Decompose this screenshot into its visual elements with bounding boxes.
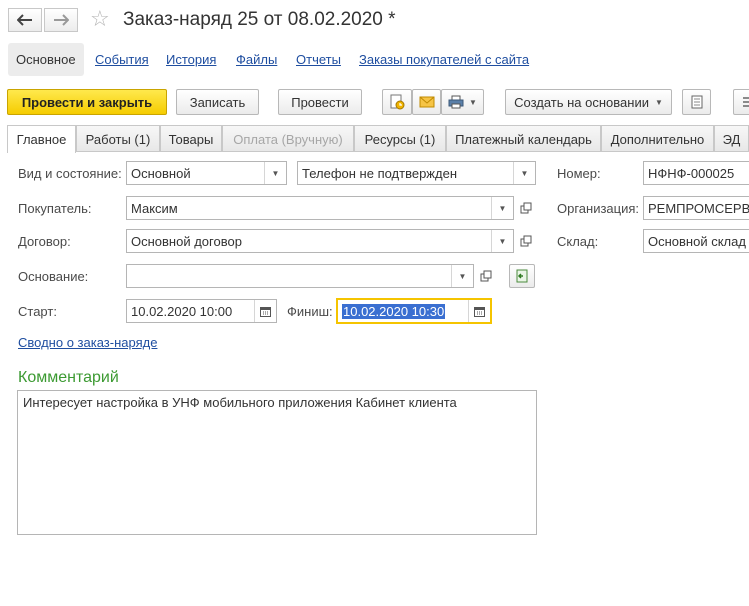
state-value: Телефон не подтвержден	[302, 166, 457, 181]
buyer-open-button[interactable]	[516, 197, 536, 219]
basis-open-button[interactable]	[476, 265, 496, 287]
tab-works[interactable]: Работы (1)	[76, 125, 160, 152]
section-events[interactable]: События	[95, 52, 149, 67]
tab-main[interactable]: Главное	[7, 125, 76, 153]
envelope-icon	[419, 96, 434, 108]
section-files[interactable]: Файлы	[236, 52, 277, 67]
tab-strip: Главное Работы (1) Товары Оплата (Вручну…	[0, 125, 749, 153]
organization-label: Организация:	[557, 201, 640, 216]
section-reports[interactable]: Отчеты	[296, 52, 341, 67]
warehouse-label: Склад:	[557, 234, 599, 249]
tab-additional[interactable]: Дополнительно	[601, 125, 714, 152]
chevron-down-icon: ▼	[654, 97, 663, 107]
finish-field[interactable]: 10.02.2020 10:30	[336, 298, 492, 324]
section-site-orders[interactable]: Заказы покупателей с сайта	[359, 52, 529, 67]
arrow-left-icon	[17, 14, 32, 26]
finish-value: 10.02.2020 10:30	[342, 304, 446, 319]
contract-value: Основной договор	[131, 234, 242, 249]
post-button[interactable]: Провести	[278, 89, 362, 115]
document-clock-icon	[390, 94, 405, 110]
calendar-icon[interactable]	[468, 300, 490, 322]
list-icon	[743, 97, 749, 107]
dropdown-arrow-icon[interactable]: ▼	[513, 162, 535, 184]
create-based-on-button[interactable]: Создать на основании ▼	[505, 89, 672, 115]
favorite-star-icon[interactable]: ☆	[90, 6, 110, 32]
start-value: 10.02.2020 10:00	[131, 304, 233, 319]
organization-value: РЕМПРОМСЕРВ	[648, 201, 749, 216]
kind-field[interactable]: Основной ▼	[126, 161, 287, 185]
calendar-icon[interactable]	[254, 300, 276, 322]
arrow-right-icon	[54, 14, 69, 26]
tab-payment[interactable]: Оплата (Вручную)	[222, 125, 354, 152]
tab-goods[interactable]: Товары	[160, 125, 222, 152]
warehouse-value: Основной склад	[648, 234, 746, 249]
finish-label: Финиш:	[287, 304, 333, 319]
dropdown-arrow-icon[interactable]: ▼	[491, 230, 513, 252]
open-window-icon	[520, 235, 532, 247]
open-window-icon	[480, 270, 492, 282]
warehouse-field[interactable]: Основной склад	[643, 229, 749, 253]
start-field[interactable]: 10.02.2020 10:00	[126, 299, 277, 323]
dropdown-arrow-icon[interactable]: ▼	[264, 162, 286, 184]
basis-label: Основание:	[18, 269, 89, 284]
printer-icon	[448, 95, 464, 109]
post-and-close-button[interactable]: Провести и закрыть	[7, 89, 167, 115]
chevron-down-icon: ▼	[469, 97, 477, 107]
back-button[interactable]	[8, 8, 42, 32]
contract-field[interactable]: Основной договор ▼	[126, 229, 514, 253]
fill-document-icon	[516, 269, 528, 283]
tab-ed[interactable]: ЭД	[714, 125, 749, 152]
tab-divider	[76, 151, 749, 152]
comment-textarea[interactable]: Интересует настройка в УНФ мобильного пр…	[17, 390, 537, 535]
start-label: Старт:	[18, 304, 57, 319]
buyer-field[interactable]: Максим ▼	[126, 196, 514, 220]
number-label: Номер:	[557, 166, 601, 181]
document-icon	[691, 95, 702, 109]
buyer-label: Покупатель:	[18, 201, 92, 216]
comment-title: Комментарий	[18, 369, 119, 386]
print-button[interactable]: ▼	[441, 89, 484, 115]
send-email-button[interactable]	[412, 89, 441, 115]
section-history[interactable]: История	[166, 52, 216, 67]
kind-label: Вид и состояние:	[18, 166, 122, 181]
document-history-button[interactable]	[382, 89, 412, 115]
fill-by-basis-button[interactable]	[509, 264, 535, 288]
document-structure-button[interactable]	[682, 89, 711, 115]
state-field[interactable]: Телефон не подтвержден ▼	[297, 161, 536, 185]
contract-open-button[interactable]	[516, 230, 536, 252]
kind-value: Основной	[131, 166, 191, 181]
order-summary-link[interactable]: Сводно о заказ-наряде	[18, 335, 157, 350]
more-actions-button[interactable]	[733, 89, 749, 115]
dropdown-arrow-icon[interactable]: ▼	[491, 197, 513, 219]
contract-label: Договор:	[18, 234, 71, 249]
window-title: Заказ-наряд 25 от 08.02.2020 *	[123, 9, 396, 30]
buyer-value: Максим	[131, 201, 178, 216]
dropdown-arrow-icon[interactable]: ▼	[451, 265, 473, 287]
tab-resources[interactable]: Ресурсы (1)	[354, 125, 446, 152]
open-window-icon	[520, 202, 532, 214]
comment-text: Интересует настройка в УНФ мобильного пр…	[23, 395, 457, 410]
save-button[interactable]: Записать	[176, 89, 259, 115]
section-main[interactable]: Основное	[8, 43, 84, 76]
forward-button[interactable]	[44, 8, 78, 32]
tab-payment-calendar[interactable]: Платежный календарь	[446, 125, 601, 152]
basis-field[interactable]: ▼	[126, 264, 474, 288]
number-value: НФНФ-000025	[648, 166, 735, 181]
number-field[interactable]: НФНФ-000025	[643, 161, 749, 185]
create-based-on-label: Создать на основании	[514, 94, 649, 110]
organization-field[interactable]: РЕМПРОМСЕРВ	[643, 196, 749, 220]
